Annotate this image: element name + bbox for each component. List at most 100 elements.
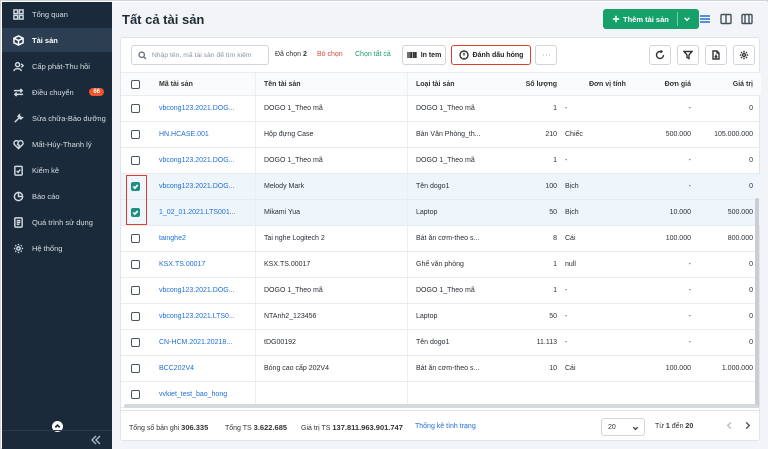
cell-price: 10.000 xyxy=(669,209,691,216)
prev-page-button[interactable] xyxy=(725,421,735,431)
filter-button[interactable] xyxy=(677,45,699,65)
header-code[interactable]: Mã tài sản xyxy=(159,73,245,95)
cell-value: 105.000.000 xyxy=(714,131,753,138)
cell-unit: Cái xyxy=(565,365,576,372)
table-row[interactable]: KSX.TS.00017 KSX.TS.00017 Ghế văn phòng 1 nu… xyxy=(121,252,761,278)
row-checkbox[interactable] xyxy=(130,130,140,139)
cell-unit: - xyxy=(565,287,568,294)
cell-type: Bát ăn cơm-theo s... xyxy=(407,226,517,251)
cell-code[interactable]: vbcong123.2021.DOG... xyxy=(159,278,245,303)
sidebar-item-assets[interactable]: Tài sản xyxy=(2,28,112,52)
collapse-sidebar-icon[interactable] xyxy=(90,434,102,446)
row-checkbox[interactable] xyxy=(130,390,140,399)
select-all-link[interactable]: Chọn tất cả xyxy=(355,51,391,58)
selected-prefix: Đã chọn xyxy=(275,51,302,58)
table-row[interactable]: tainghe2 Tai nghe Logitech 2 Bát ăn cơm-th… xyxy=(121,226,761,252)
cell-price: - xyxy=(688,313,691,320)
cell-type: Laptop xyxy=(407,200,517,225)
row-checkbox[interactable] xyxy=(130,104,140,113)
cell-value: 0 xyxy=(749,313,753,320)
refresh-icon xyxy=(655,50,665,60)
table-row[interactable]: HN.HCASE.001 Hộp đựng Case Bàn Văn Phòng_t… xyxy=(121,122,761,148)
table-row[interactable]: vbcong123.2021.DOG... DOGO 1_Theo mã DOGO … xyxy=(121,278,761,304)
sidebar-item-usage-history[interactable]: Quá trình sử dụng xyxy=(2,210,112,234)
sidebar-item-disposal[interactable]: Mất-Hủy-Thanh lý xyxy=(2,132,112,156)
next-page-button[interactable] xyxy=(743,421,753,431)
sidebar-item-system[interactable]: Hệ thống xyxy=(2,236,112,260)
range-to: 20 xyxy=(685,423,694,430)
cell-price: - xyxy=(688,287,691,294)
cell-code[interactable]: HN.HCASE.001 xyxy=(159,122,245,147)
split-view-button[interactable] xyxy=(717,10,735,28)
settings-button[interactable] xyxy=(733,45,755,65)
header-value[interactable]: Giá trị xyxy=(699,73,753,95)
sidebar-item-allocation[interactable]: Cấp phát-Thu hồi xyxy=(2,54,112,78)
cell-code[interactable]: KSX.TS.00017 xyxy=(159,252,245,277)
search-box[interactable] xyxy=(131,45,269,65)
sidebar-item-transfer[interactable]: Điều chuyển 66 xyxy=(2,80,112,104)
header-qty[interactable]: Số lượng xyxy=(517,73,557,95)
cell-code[interactable]: BCC202V4 xyxy=(159,356,245,381)
cell-code[interactable]: 1_02_01.2021.LTS001... xyxy=(159,200,245,225)
cell-code[interactable]: vbcong123.2021.LTS0... xyxy=(159,304,245,329)
panel-icon xyxy=(741,13,753,25)
table-row[interactable]: vbcong123.2021.LTS0... NTAnh2_123456 Lapto… xyxy=(121,304,761,330)
table-row[interactable]: CN-HCM.2021.20218... tDG00192 Tên dogo1 11.… xyxy=(121,330,761,356)
row-checkbox[interactable] xyxy=(130,338,140,347)
search-input[interactable] xyxy=(151,51,268,59)
cell-code[interactable]: vbcong123.2021.DOG... xyxy=(159,148,245,173)
cell-code[interactable]: vbcong123.2021.DOG... xyxy=(159,174,245,199)
sidebar-item-repair[interactable]: Sửa chữa-Bảo dưỡng xyxy=(2,106,112,130)
table-row[interactable]: vbcong123.2021.DOG... Melody Mark Tên dogo… xyxy=(121,174,761,200)
row-checkbox[interactable] xyxy=(130,260,140,269)
header-unit[interactable]: Đơn vị tính xyxy=(565,73,635,95)
cell-code[interactable]: CN-HCM.2021.20218... xyxy=(159,330,245,355)
cell-value: 0 xyxy=(749,183,753,190)
export-button[interactable] xyxy=(705,45,727,65)
cell-name: KSX.TS.00017 xyxy=(255,252,405,277)
app-frame: Tổng quan Tài sản Cấp phát-Thu hồi Điều … xyxy=(0,0,768,449)
add-asset-button[interactable]: Thêm tài sản xyxy=(603,9,699,29)
sidebar-item-inventory[interactable]: Kiểm kê xyxy=(2,158,112,182)
sidebar-item-reports[interactable]: Báo cáo xyxy=(2,184,112,208)
table-row[interactable]: vbcong123.2021.DOG... DOGO 1_Theo mã DOGO … xyxy=(121,148,761,174)
row-checkbox[interactable] xyxy=(130,364,140,373)
cell-qty: 1 xyxy=(553,105,557,112)
cell-value: 0 xyxy=(749,339,753,346)
range-from-label: Từ xyxy=(655,423,664,430)
cell-name: Hộp đựng Case xyxy=(255,122,405,147)
print-label-button[interactable]: In tem xyxy=(402,45,446,65)
row-checkbox[interactable] xyxy=(130,312,140,321)
table-header-row: Mã tài sản Tên tài sản Loại tài sản Số l… xyxy=(121,72,761,96)
detail-view-button[interactable] xyxy=(738,10,756,28)
chevron-down-icon[interactable] xyxy=(683,15,691,25)
table-row[interactable]: 1_02_01.2021.LTS001... Mikami Yua Laptop 50… xyxy=(121,200,761,226)
sidebar-item-overview[interactable]: Tổng quan xyxy=(2,2,112,26)
total-ts-value: 3.622.685 xyxy=(253,423,288,432)
refresh-button[interactable] xyxy=(649,45,671,65)
mark-broken-button[interactable]: Đánh dấu hỏng xyxy=(451,45,531,65)
status-stats-link[interactable]: Thống kê tình trạng xyxy=(415,423,476,430)
header-type[interactable]: Loại tài sản xyxy=(407,73,517,95)
unselect-link[interactable]: Bỏ chọn xyxy=(317,51,343,58)
total-ts: Tổng TS 3.622.685 xyxy=(225,423,287,432)
row-checkbox[interactable] xyxy=(130,156,140,165)
more-actions-button[interactable] xyxy=(535,45,557,65)
header-name[interactable]: Tên tài sản xyxy=(255,73,405,95)
cell-code[interactable]: tainghe2 xyxy=(159,226,245,251)
selected-count: Đã chọn 2 xyxy=(275,51,307,58)
chevron-down-icon xyxy=(632,426,639,431)
table-row[interactable]: vbcong123.2021.DOG... DOGO 1_Theo mã DOGO … xyxy=(121,96,761,122)
horizontal-scrollbar[interactable] xyxy=(124,404,758,408)
table-row[interactable]: BCC202V4 Bóng cao cấp 202V4 Bát ăn cơm-the… xyxy=(121,356,761,382)
list-view-button[interactable] xyxy=(696,10,714,28)
header-price[interactable]: Đơn giá xyxy=(635,73,691,95)
select-all-checkbox[interactable] xyxy=(130,79,140,89)
page-size-select[interactable]: 20 xyxy=(601,418,645,436)
sidebar-item-label: Mất-Hủy-Thanh lý xyxy=(32,139,92,149)
row-checkbox[interactable] xyxy=(130,234,140,243)
total-records: Tổng số bản ghi 306.335 xyxy=(129,423,208,432)
vertical-scrollbar[interactable] xyxy=(755,198,759,408)
cell-code[interactable]: vbcong123.2021.DOG... xyxy=(159,96,245,121)
row-checkbox[interactable] xyxy=(130,286,140,295)
